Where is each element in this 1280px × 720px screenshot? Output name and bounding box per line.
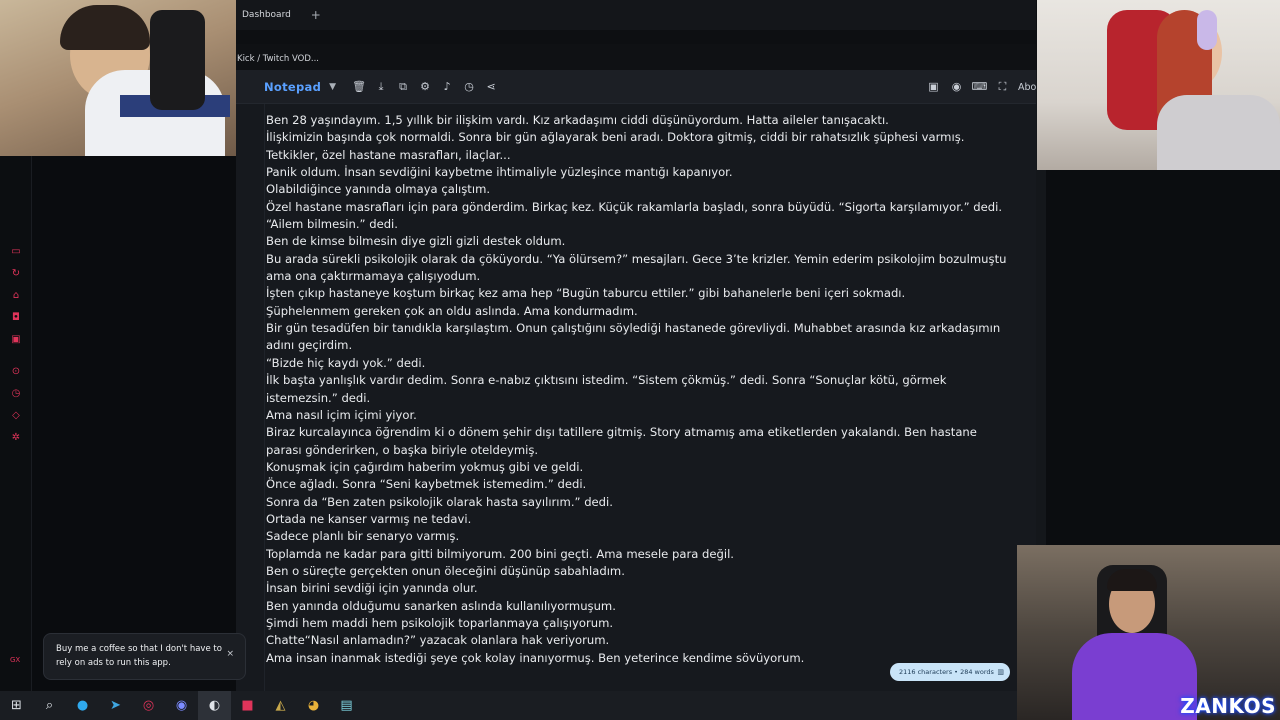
editor-line: Bir gün tesadüfen bir tanıdıkla karşılaş… <box>266 321 1001 353</box>
windows-start-icon[interactable]: ⊞ <box>0 691 33 720</box>
app-title[interactable]: Notepad <box>264 80 321 94</box>
editor-line: Ama nasıl içim içimi yiyor. <box>266 407 417 422</box>
webcam-top-left <box>0 0 236 156</box>
fullscreen-icon[interactable]: ⛶ <box>991 76 1014 98</box>
editor-line: Bu arada sürekli psikolojik olarak da çö… <box>266 251 1007 284</box>
play-icon[interactable]: ⊙ <box>10 366 22 378</box>
editor-line: Biraz kurcalayınca öğrendim ki o dönem ş… <box>266 425 977 457</box>
editor-line: Ben o süreçte gerçekten onun öleceğini d… <box>266 563 625 578</box>
editor-line: “Bizde hiç kaydı yok.” dedi. <box>266 355 426 370</box>
chevron-down-icon[interactable]: ▼ <box>329 82 336 92</box>
puzzle-icon[interactable]: ◇ <box>10 410 22 422</box>
telegram-icon[interactable]: ➤ <box>99 691 132 720</box>
chair <box>150 10 205 110</box>
trash-icon[interactable]: 🗑 <box>348 76 370 98</box>
streamer-sweater <box>1157 95 1280 170</box>
coffee-toast: Buy me a coffee so that I don't have to … <box>43 633 246 680</box>
edge-icon[interactable]: ● <box>66 691 99 720</box>
streamer-tag: ZANKOS <box>1180 694 1276 718</box>
editor-line: Sadece planlı bir senaryo varmış. <box>266 529 460 544</box>
streamer-hair <box>1107 569 1157 591</box>
screen: { "browser": { "tab_label": "Dashboard",… <box>0 0 1280 720</box>
opera-gx-icon[interactable]: ◎ <box>132 691 165 720</box>
headset <box>1197 10 1217 50</box>
toast-message: Buy me a coffee so that I don't have to … <box>56 644 222 668</box>
editor-line: Chatte“Nasıl anlamadın?” yazacak olanlar… <box>266 633 610 648</box>
editor-line: İnsan birini sevdiği için yanında olur. <box>266 581 478 596</box>
editor-line: Konuşmak için çağırdım haberim yokmuş gi… <box>266 459 584 474</box>
plus-icon[interactable]: + <box>307 8 325 22</box>
window-icon[interactable]: ▭ <box>10 246 22 258</box>
share-icon[interactable]: ⋖ <box>480 76 502 98</box>
streamer-hair <box>60 5 150 50</box>
browser-tab-bar: Dashboard + <box>236 0 1036 30</box>
word-counter: 2116 characters • 284 words ▥ <box>890 663 1010 681</box>
record-icon[interactable]: ◉ <box>945 76 968 98</box>
editor-line: Şimdi hem maddi hem psikolojik toparlanm… <box>266 615 614 630</box>
left-sidebar: ▭ ↻ ⌂ ◘ ▣ ⊙ ◷ ◇ ✲ <box>0 156 32 691</box>
left-panel <box>32 156 236 691</box>
app-red-icon[interactable]: ■ <box>231 691 264 720</box>
search-icon[interactable]: ⌕ <box>33 691 66 720</box>
editor-line: Özel hastane masrafları için para gönder… <box>266 199 1003 232</box>
bot-icon[interactable]: ⌂ <box>10 290 22 302</box>
editor-line: Panik oldum. İnsan sevdiğini kaybetme ih… <box>266 165 733 180</box>
kick-icon[interactable]: ▣ <box>10 334 22 346</box>
save-icon[interactable]: ▣ <box>922 76 945 98</box>
gutter-divider <box>264 104 265 691</box>
editor-line: Şüphelenmem gereken çok an oldu aslında.… <box>266 303 638 318</box>
settings-icon[interactable]: ✲ <box>10 432 22 444</box>
editor-line: Önce ağladı. Sonra “Seni kaybetmek istem… <box>266 477 587 492</box>
notepad-toolbar: Notepad ▼ 🗑 ⤓ ⧉ ⚙ ♪ ◷ ⋖ ▣ ◉ ⌨ ⛶ About <box>236 70 1036 104</box>
editor-line: Ben de kimse bilmesin diye gizli gizli d… <box>266 234 566 249</box>
copy-icon[interactable]: ⧉ <box>392 76 414 98</box>
editor-line: Ben 28 yaşındayım. 1,5 yıllık bir ilişki… <box>266 113 889 127</box>
refresh-icon[interactable]: ↻ <box>10 268 22 280</box>
editor-line: Ben yanında olduğumu sanarken aslında ku… <box>266 598 616 613</box>
streamer-shirt <box>1072 633 1197 720</box>
keyboard-icon[interactable]: ⌨ <box>968 76 991 98</box>
editor-line: Toplamda ne kadar para gitti bilmiyorum.… <box>266 546 734 561</box>
about-link[interactable]: About <box>1014 82 1036 93</box>
toolbar-right: ▣ ◉ ⌨ ⛶ About <box>922 70 1036 104</box>
editor-textarea[interactable]: Ben 28 yaşındayım. 1,5 yıllık bir ilişki… <box>266 112 1008 672</box>
editor-line: Sonra da “Ben zaten psikolojik olarak ha… <box>266 494 613 509</box>
webcam-bottom-right: ZANKOS <box>1017 545 1280 720</box>
notepad-icon[interactable]: ▤ <box>330 691 363 720</box>
address-bar[interactable]: Kick / Twitch VOD... <box>236 44 1036 70</box>
right-background <box>1036 170 1280 545</box>
editor-line: İşten çıkıp hastaneye koştum birkaç kez … <box>266 286 906 301</box>
obs-icon[interactable]: ◐ <box>198 691 231 720</box>
editor-line: İlişkimizin başında çok normaldi. Sonra … <box>266 130 965 162</box>
gamepad-icon[interactable]: ◘ <box>10 312 22 324</box>
download-icon[interactable]: ⤓ <box>370 76 392 98</box>
tab-dashboard[interactable]: Dashboard <box>236 7 297 23</box>
league-icon[interactable]: ◭ <box>264 691 297 720</box>
close-icon[interactable]: × <box>226 649 234 659</box>
discord-icon[interactable]: ◉ <box>165 691 198 720</box>
notepad-app: Notepad ▼ 🗑 ⤓ ⧉ ⚙ ♪ ◷ ⋖ ▣ ◉ ⌨ ⛶ About Be… <box>236 70 1036 691</box>
webcam-top-right <box>1037 0 1280 170</box>
music-icon[interactable]: ♪ <box>436 76 458 98</box>
editor-line: Ortada ne kanser varmış ne tedavi. <box>266 511 472 526</box>
stats-icon[interactable]: ▥ <box>997 663 1004 681</box>
gx-label: GX <box>10 656 21 664</box>
editor-line: Olabildiğince yanında olmaya çalıştım. <box>266 182 491 197</box>
gear-icon[interactable]: ⚙ <box>414 76 436 98</box>
counter-text: 2116 characters • 284 words <box>899 668 994 676</box>
chrome-icon[interactable]: ◕ <box>297 691 330 720</box>
editor-line: İlk başta yanlışlık vardır dedim. Sonra … <box>266 373 947 405</box>
taskbar: ⊞ ⌕ ● ➤ ◎ ◉ ◐ ■ ◭ ◕ ▤ <box>0 691 1017 720</box>
history-icon[interactable]: ◷ <box>458 76 480 98</box>
clock-icon[interactable]: ◷ <box>10 388 22 400</box>
